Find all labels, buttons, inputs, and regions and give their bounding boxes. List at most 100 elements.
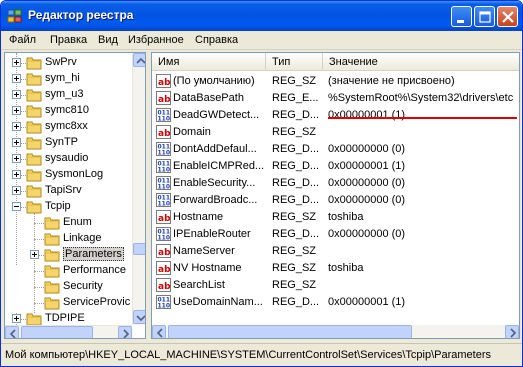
expand-icon[interactable] (12, 106, 21, 115)
expand-icon[interactable] (12, 170, 21, 179)
tree-item-label: Linkage (63, 232, 102, 244)
menu-favorites[interactable]: Избранное (128, 34, 184, 46)
menu-edit[interactable]: Правка (50, 34, 87, 46)
registry-value-row[interactable]: ab NV Hostname REG_SZ toshiba (152, 260, 519, 277)
scroll-up-button[interactable] (133, 53, 145, 67)
scroll-left-button[interactable] (5, 326, 19, 338)
value-name: EnableICMPRed... (173, 160, 265, 172)
registry-value-row[interactable]: 011 110 UseDomainNam... REG_D... 0x00000001 … (152, 294, 519, 311)
value-type: REG_SZ (272, 75, 317, 87)
tree-item-label: sysaudio (45, 152, 89, 164)
minimize-button[interactable] (451, 6, 472, 27)
tree-item[interactable]: Security (5, 279, 133, 295)
tree-item-label: Performance (63, 264, 126, 276)
value-type: REG_E... (272, 92, 319, 104)
list-horizontal-scrollbar[interactable] (152, 325, 519, 338)
maximize-button[interactable] (474, 6, 495, 27)
tree-item[interactable]: symc8xx (5, 119, 133, 135)
value-name: Hostname (173, 211, 224, 223)
menu-view[interactable]: Вид (98, 34, 118, 46)
window-title: Редактор реестра (28, 8, 134, 22)
scroll-down-button[interactable] (133, 310, 145, 324)
column-header-name[interactable]: Имя (152, 53, 266, 71)
registry-value-row[interactable]: 011 110 DontAddDefaul... REG_D... 0x00000000… (152, 141, 519, 158)
registry-value-row[interactable]: ab (По умолчанию) REG_SZ (значение не присв… (152, 73, 519, 90)
menu-file[interactable]: Файл (9, 34, 36, 46)
value-data: toshiba (328, 262, 364, 274)
tree-item[interactable]: SysmonLog (5, 167, 133, 183)
svg-text:110: 110 (158, 201, 171, 208)
registry-value-row[interactable]: 011 110 ForwardBroadc... REG_D... 0x00000000… (152, 192, 519, 209)
tree-item[interactable]: Enum (5, 215, 133, 231)
values-list-pane[interactable]: Имя Тип Значение ab (По умолчанию) REG_SZ(… (151, 52, 520, 339)
svg-text:ab: ab (158, 282, 171, 292)
expand-icon[interactable] (12, 74, 21, 83)
value-data: 0x00000000 (0) (328, 143, 406, 155)
value-type: REG_D... (272, 296, 320, 308)
tree-item[interactable]: Parameters (5, 247, 133, 263)
list-hscroll-thumb[interactable] (168, 325, 412, 338)
expand-icon[interactable] (12, 90, 21, 99)
tree-horizontal-scrollbar[interactable] (5, 325, 132, 338)
registry-value-row[interactable]: ab Hostname REG_SZ toshiba (152, 209, 519, 226)
expand-icon[interactable] (12, 122, 21, 131)
title-bar[interactable]: Редактор реестра (1, 1, 522, 31)
column-header-value[interactable]: Значение (323, 53, 519, 71)
tree-item[interactable]: SwPrv (5, 55, 133, 71)
tree-hscroll-thumb[interactable] (21, 326, 93, 338)
registry-value-row[interactable]: ab Domain REG_SZ (152, 124, 519, 141)
registry-value-row[interactable]: 011 110 EnableICMPRed... REG_D... 0x00000001… (152, 158, 519, 175)
tree-vertical-scrollbar[interactable] (132, 53, 145, 325)
value-name: UseDomainNam... (173, 296, 263, 308)
value-type: REG_D... (272, 160, 320, 172)
expand-icon[interactable] (12, 186, 21, 195)
value-type: REG_D... (272, 143, 320, 155)
registry-tree-pane[interactable]: SwPrv sym_hi sym_u3 symc810 symc8xx SynTP sysa… (4, 52, 146, 339)
close-button[interactable] (497, 6, 518, 27)
chevron-right-icon (510, 328, 517, 338)
tree-item[interactable]: TapiSrv (5, 183, 133, 199)
collapse-icon[interactable] (12, 202, 21, 211)
tree-item[interactable]: ServiceProvic (5, 295, 133, 311)
tree-item[interactable]: sym_hi (5, 71, 133, 87)
chevron-down-icon (136, 315, 145, 322)
registry-value-row[interactable]: ab SearchList REG_SZ (152, 277, 519, 294)
tree-scroll-thumb[interactable] (133, 243, 145, 255)
tree-item[interactable]: sym_u3 (5, 87, 133, 103)
value-data: 0x00000000 (0) (328, 228, 406, 240)
scroll-right-button[interactable] (118, 326, 132, 338)
registry-value-row[interactable]: 011 110 DeadGWDetect... REG_D... 0x00000001 … (152, 107, 519, 124)
tree-item[interactable]: symc810 (5, 103, 133, 119)
registry-value-row[interactable]: 011 110 IPEnableRouter REG_D... 0x00000000 (… (152, 226, 519, 243)
tree-item[interactable]: Linkage (5, 231, 133, 247)
registry-value-row[interactable]: ab NameServer REG_SZ (152, 243, 519, 260)
scroll-right-button[interactable] (505, 325, 519, 338)
tree-item[interactable]: Tcpip (5, 199, 133, 215)
expand-icon[interactable] (12, 138, 21, 147)
tree-item-label: TapiSrv (45, 184, 82, 196)
svg-text:110: 110 (158, 116, 171, 123)
list-header: Имя Тип Значение (152, 53, 519, 71)
tree-item[interactable]: Performance (5, 263, 133, 279)
value-data: 0x00000000 (0) (328, 194, 406, 206)
tree-guide-line (34, 303, 44, 304)
registry-value-row[interactable]: 011 110 EnableSecurity... REG_D... 0x0000000… (152, 175, 519, 192)
chevron-left-icon (9, 329, 16, 338)
menu-help[interactable]: Справка (195, 34, 238, 46)
svg-text:110: 110 (158, 184, 171, 191)
tree-item[interactable]: SynTP (5, 135, 133, 151)
value-data: 0x00000000 (0) (328, 177, 406, 189)
svg-text:ab: ab (158, 95, 171, 105)
registry-value-row[interactable]: ab DataBasePath REG_E... %SystemRoot%\Syste… (152, 90, 519, 107)
highlight-underline (328, 117, 517, 119)
scroll-left-button[interactable] (152, 325, 166, 338)
expand-icon[interactable] (12, 154, 21, 163)
svg-text:110: 110 (158, 303, 171, 310)
tree-item[interactable]: sysaudio (5, 151, 133, 167)
expand-icon[interactable] (12, 314, 21, 323)
value-name: IPEnableRouter (173, 228, 251, 240)
column-header-type[interactable]: Тип (266, 53, 323, 71)
expand-icon[interactable] (30, 250, 39, 259)
expand-icon[interactable] (12, 58, 21, 67)
maximize-icon (479, 11, 491, 23)
